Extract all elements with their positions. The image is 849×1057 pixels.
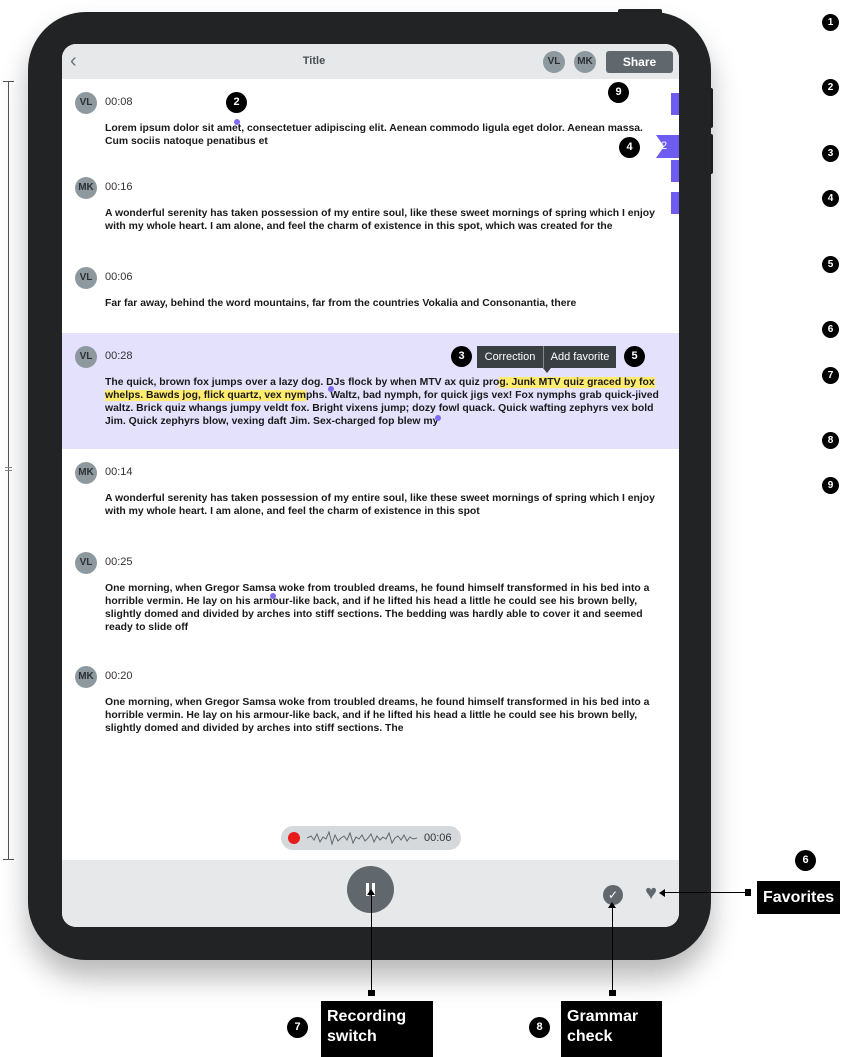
transcript-text: One morning, when Gregor Samsa woke from… [105, 697, 650, 734]
transcript-entry[interactable]: MK 00:14 A wonderful serenity has taken … [62, 462, 679, 522]
favorites-callout: Favorites [757, 881, 841, 914]
tooltip-caret-icon [543, 368, 551, 373]
transcript-text: A wonderful serenity has taken possessio… [105, 493, 655, 517]
legend-marker: 7 [822, 367, 839, 384]
legend-marker: 3 [822, 145, 839, 162]
legend-marker: 4 [822, 190, 839, 207]
top-bar: ‹ Title VL MK Share [62, 44, 679, 79]
timestamp: 00:16 [105, 181, 133, 193]
annotation-marker: 5 [624, 346, 645, 367]
annotation-marker: 3 [451, 346, 472, 367]
transcript-text: Lorem ipsum dolor sit amet, consectetuer… [105, 123, 643, 147]
avatar[interactable]: MK [574, 51, 596, 73]
scroll-marker-flag[interactable] [671, 192, 679, 214]
transcript-entry[interactable]: MK 00:16 A wonderful serenity has taken … [62, 177, 679, 252]
annotation-cursor-dot [270, 593, 276, 599]
avatar: MK [75, 666, 97, 688]
callout-line: Recording [327, 1008, 407, 1025]
avatar: MK [75, 462, 97, 484]
avatar: MK [75, 177, 97, 199]
avatar: VL [75, 552, 97, 574]
timestamp: 00:25 [105, 556, 133, 568]
scroll-marker-flag[interactable] [671, 160, 679, 182]
transcript-text[interactable]: The quick, brown fox jumps over a lazy d… [105, 376, 665, 428]
annotation-marker: 4 [619, 137, 640, 158]
transcript-text: A wonderful serenity has taken possessio… [105, 208, 655, 232]
grammar-check-callout: Grammar check [561, 1001, 662, 1057]
avatar: VL [75, 267, 97, 289]
avatar: VL [75, 346, 97, 368]
transcript-entry[interactable]: VL 00:08 Lorem ipsum dolor sit amet, con… [62, 92, 679, 152]
annotation-cursor-dot [435, 415, 441, 421]
share-button[interactable]: Share [606, 51, 673, 73]
scroll-marker-flag[interactable] [671, 93, 679, 115]
add-favorite-button[interactable]: Add favorite [544, 346, 616, 368]
legend-marker: 8 [822, 432, 839, 449]
transcript-entry[interactable]: MK 00:20 One morning, when Gregor Samsa … [62, 666, 679, 741]
legend-marker: 6 [822, 321, 839, 338]
transcript-entry[interactable]: VL 00:25 One morning, when Gregor Samsa … [62, 552, 679, 642]
flag-count: 2 [661, 140, 668, 152]
annotation-marker: 6 [795, 850, 816, 871]
waveform-icon [307, 830, 418, 846]
avatar: VL [75, 92, 97, 114]
app-screen: ‹ Title VL MK Share VL 00:08 Lorem ipsum… [62, 44, 679, 927]
transcript-text: One morning, when Gregor Samsa woke from… [105, 583, 650, 633]
page-title: Title [302, 55, 326, 67]
transcript-text: Far far away, behind the word mountains,… [105, 298, 577, 309]
transcript-entry[interactable]: VL 00:06 Far far away, behind the word m… [62, 267, 679, 317]
legend-marker: 5 [822, 256, 839, 273]
timestamp: 00:20 [105, 670, 133, 682]
callout-line: Grammar [567, 1008, 639, 1025]
timestamp: 00:08 [105, 96, 133, 108]
annotation-marker: 2 [226, 92, 247, 113]
correction-button[interactable]: Correction [477, 346, 543, 368]
text-before-selection: The quick, brown fox jumps over a lazy d… [105, 377, 500, 388]
record-dot-icon [288, 832, 300, 844]
callout-line: check [567, 1028, 613, 1045]
recording-indicator: 00:06 [281, 826, 461, 850]
annotation-marker: 9 [608, 82, 629, 103]
timestamp: 00:28 [105, 350, 133, 362]
legend-marker: 2 [822, 79, 839, 96]
timestamp: 00:14 [105, 466, 133, 478]
annotation-cursor-dot [234, 119, 240, 125]
avatar[interactable]: VL [543, 51, 565, 73]
annotation-marker: 7 [287, 1017, 308, 1038]
legend-marker: 9 [822, 477, 839, 494]
annotation-cursor-dot [328, 386, 334, 392]
recording-time: 00:06 [424, 832, 452, 844]
legend-marker: 1 [822, 14, 839, 31]
timestamp: 00:06 [105, 271, 133, 283]
recording-switch-callout: Recording switch [321, 1001, 433, 1057]
callout-line: switch [327, 1028, 377, 1045]
annotation-marker: 8 [529, 1017, 550, 1038]
